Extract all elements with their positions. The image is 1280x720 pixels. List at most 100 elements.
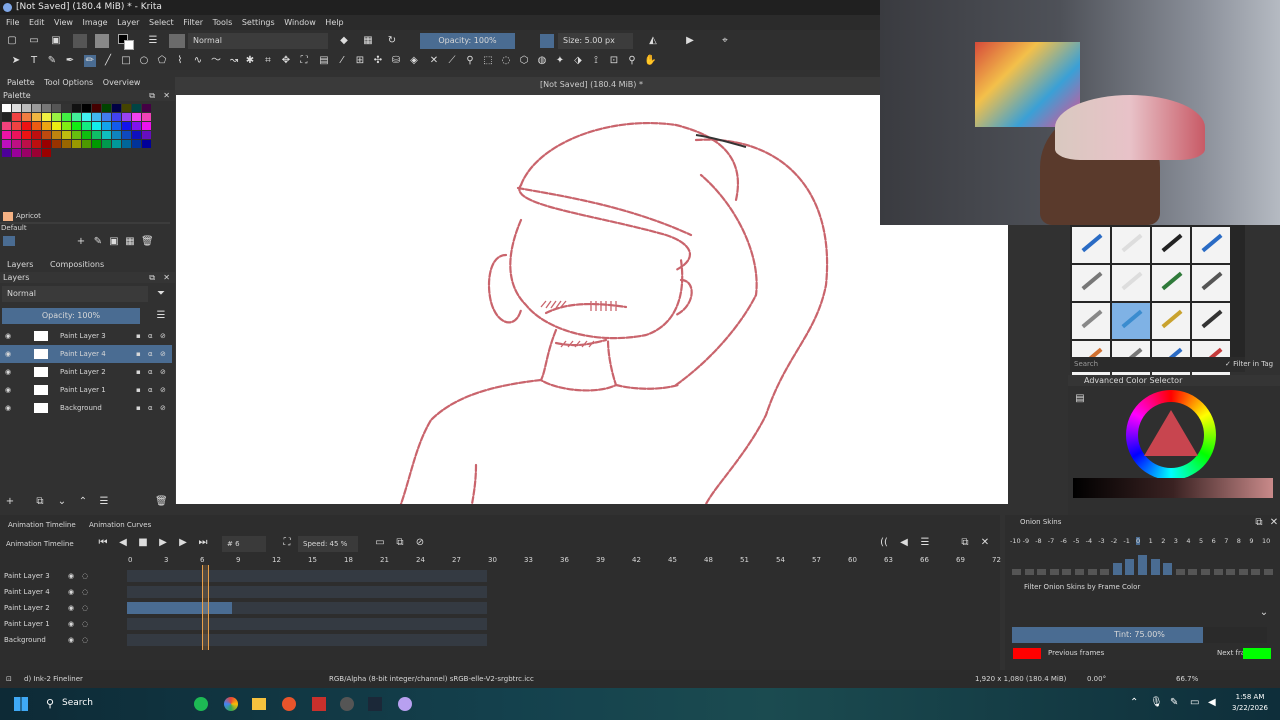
lock-icon[interactable]: ▪ [136, 399, 141, 417]
enclose-fill-tool-icon[interactable]: ◈ [408, 55, 420, 67]
mirror-vertical-icon[interactable]: ▶ [684, 35, 696, 47]
onion-frame-number[interactable]: -7 [1048, 537, 1054, 545]
palette-swatch[interactable] [82, 131, 91, 139]
eraser-icon[interactable]: ◆ [338, 35, 350, 47]
palette-swatch[interactable] [132, 104, 141, 112]
bezier-selection-icon[interactable]: ⟟ [590, 55, 602, 67]
palette-swatch[interactable] [22, 122, 31, 130]
palette-swatch[interactable] [42, 140, 51, 148]
palette-swatch[interactable] [102, 122, 111, 130]
pen-icon[interactable]: ✎ [1170, 697, 1178, 708]
zoom-timeline-icon[interactable]: ⧉ [394, 537, 406, 549]
freehand-selection-icon[interactable]: ◍ [536, 55, 548, 67]
last-frame-icon[interactable]: ⏭ [197, 537, 209, 549]
filter-in-tag-checkbox[interactable]: ✓ Filter in Tag [1225, 357, 1273, 372]
palette-swatch[interactable] [52, 140, 61, 148]
palette-swatch[interactable] [42, 149, 51, 157]
palette-swatch[interactable] [2, 122, 11, 130]
onion-opacity-bar[interactable] [1150, 559, 1160, 575]
visibility-eye-icon[interactable]: ◉ [5, 399, 11, 417]
timeline-frame-lane[interactable] [127, 634, 487, 646]
tray-chevron-icon[interactable]: ⌃ [1130, 697, 1138, 708]
taskbar-search[interactable]: Search [62, 698, 93, 708]
palette-swatch[interactable] [82, 113, 91, 121]
brush-preset-icon[interactable] [1192, 227, 1230, 263]
reload-preset-icon[interactable]: ↻ [386, 35, 398, 47]
color-history-strip[interactable] [1073, 478, 1273, 498]
file-explorer-icon[interactable] [252, 698, 266, 710]
calligraphy-tool-icon[interactable]: ✒ [64, 55, 76, 67]
palette-swatch[interactable] [132, 122, 141, 130]
palette-swatch[interactable] [92, 140, 101, 148]
volume-icon[interactable]: ◀ [1208, 697, 1216, 708]
onion-frame-number[interactable]: 5 [1199, 537, 1203, 545]
palette-swatch[interactable] [2, 149, 11, 157]
onion-toggle-icon[interactable]: ◌ [82, 600, 88, 616]
layer-name[interactable]: Paint Layer 1 [60, 381, 106, 399]
elliptical-selection-icon[interactable]: ◌ [500, 55, 512, 67]
app-icon[interactable] [340, 697, 354, 711]
close-docker-icon[interactable]: ✕ [163, 90, 170, 101]
onion-frame-number[interactable]: -4 [1086, 537, 1092, 545]
layer-row[interactable]: ◉ Paint Layer 3 ▪ α ⊘ [0, 327, 172, 345]
palette-swatch[interactable] [102, 104, 111, 112]
onion-opacity-bar[interactable] [1112, 563, 1122, 575]
timeline-frame-lane[interactable] [127, 602, 487, 614]
timeline-layer-row[interactable]: Paint Layer 3 ◉ ◌ [0, 568, 125, 584]
pin-layer-icon[interactable]: ⊘ [414, 537, 426, 549]
previous-frame-icon[interactable]: ◀ [117, 537, 129, 549]
alpha-lock-icon[interactable]: α [148, 399, 153, 417]
palette-swatch[interactable] [42, 122, 51, 130]
onion-opacity-bar[interactable] [1037, 569, 1047, 575]
palette-swatch[interactable] [12, 113, 21, 121]
brush-preset-icon[interactable] [1152, 303, 1190, 339]
visibility-eye-icon[interactable]: ◉ [5, 381, 11, 399]
onion-frame-number[interactable]: 0 [1136, 537, 1141, 545]
float-docker-icon[interactable]: ⧉ [149, 90, 155, 101]
zoom-tool-icon[interactable]: ⚲ [626, 55, 638, 67]
next-frames-color[interactable] [1243, 648, 1271, 659]
move-down-icon[interactable]: ⌄ [56, 496, 68, 508]
palette-swatch-grid[interactable] [2, 104, 160, 157]
wrap-around-icon[interactable]: ⌖ [719, 35, 731, 47]
palette-swatch[interactable] [22, 113, 31, 121]
obs-icon[interactable] [312, 697, 326, 711]
palette-swatch[interactable] [32, 149, 41, 157]
visibility-eye-icon[interactable]: ◉ [5, 345, 11, 363]
onion-skin-icon[interactable]: ▭ [374, 537, 386, 549]
palette-swatch[interactable] [62, 104, 71, 112]
close-docker-icon[interactable]: ✕ [163, 272, 170, 283]
palette-swatch[interactable] [132, 131, 141, 139]
onion-frame-number[interactable]: 10 [1262, 537, 1270, 545]
onion-opacity-bar[interactable] [1264, 569, 1273, 575]
onion-frame-numbers[interactable]: -10 -9 -8 -7 -6 -5 -4 -3 -2 -1 0 1 2 3 4 5 6 7 8 9 10 [1010, 537, 1275, 549]
palette-swatch[interactable] [112, 122, 121, 130]
brush-preset-icon[interactable] [1112, 303, 1150, 339]
close-docker-icon[interactable]: ✕ [979, 537, 991, 549]
palette-swatch[interactable] [122, 113, 131, 121]
freehand-brush-tool-icon[interactable]: ✏ [84, 55, 96, 67]
onion-frame-number[interactable]: 3 [1174, 537, 1178, 545]
timeline-layer-row[interactable]: Paint Layer 2 ◉ ◌ [0, 600, 125, 616]
menu-tools[interactable]: Tools [213, 18, 233, 27]
new-document-icon[interactable]: ▢ [6, 35, 18, 47]
palette-swatch[interactable] [32, 113, 41, 121]
layer-properties-icon[interactable]: ☰ [98, 496, 110, 508]
inherit-alpha-icon[interactable]: ⊘ [160, 381, 166, 399]
palette-swatch[interactable] [52, 131, 61, 139]
palette-swatch[interactable] [62, 113, 71, 121]
palette-swatch[interactable] [42, 104, 51, 112]
lock-icon[interactable]: ▪ [136, 381, 141, 399]
palette-swatch[interactable] [82, 104, 91, 112]
text-tool-icon[interactable]: T [28, 55, 40, 67]
pan-tool-icon[interactable]: ✋ [644, 55, 656, 67]
multibrush-tool-icon[interactable]: ✱ [244, 55, 256, 67]
tab-overview[interactable]: Overview [103, 78, 141, 87]
filter-icon[interactable]: ⏷ [155, 288, 167, 300]
onion-frame-number[interactable]: 1 [1149, 537, 1153, 545]
palette-swatch[interactable] [142, 140, 151, 148]
onion-opacity-bar[interactable] [1075, 569, 1084, 575]
layer-row[interactable]: ◉ Paint Layer 4 ▪ α ⊘ [0, 345, 172, 363]
palette-swatch[interactable] [92, 104, 101, 112]
first-frame-icon[interactable]: ⏮ [97, 537, 109, 549]
